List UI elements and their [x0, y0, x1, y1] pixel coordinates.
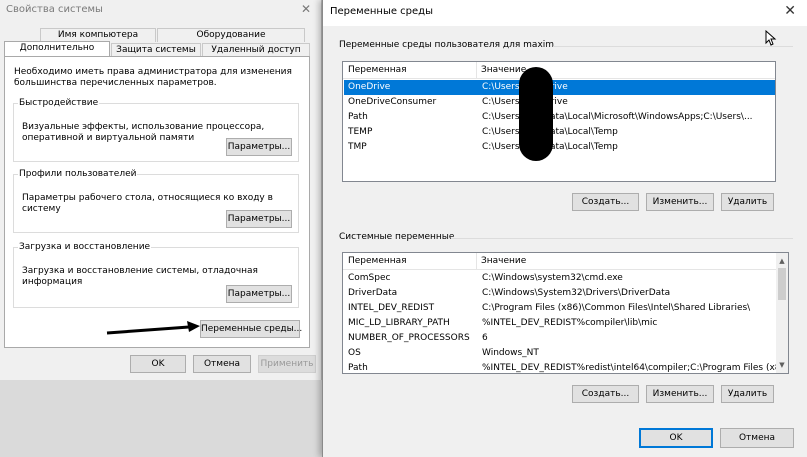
scroll-up-icon[interactable]: ▲ — [776, 255, 788, 267]
tab-computer-name[interactable]: Имя компьютера — [40, 28, 156, 42]
user-var-row[interactable]: OneDrive C:\Users\ OneDrive — [344, 80, 775, 95]
var-name: Path — [348, 112, 368, 122]
var-name: OneDrive — [348, 82, 391, 92]
system-vars-list[interactable]: Переменная Значение ComSpec C:\Windows\s… — [342, 252, 789, 374]
var-name: NUMBER_OF_PROCESSORS — [348, 333, 470, 343]
system-properties-window: Свойства системы ✕ Имя компьютера Оборуд… — [0, 0, 322, 380]
system-create-button[interactable]: Создать... — [572, 385, 639, 403]
column-header-value[interactable]: Значение — [481, 256, 526, 266]
var-name: INTEL_DEV_REDIST — [348, 303, 435, 313]
var-name: OneDriveConsumer — [348, 97, 437, 107]
tab-system-protection[interactable]: Защита системы — [111, 43, 201, 57]
var-value: 6 — [482, 333, 488, 343]
user-var-row[interactable]: Path C:\Users\ AppData\Local\Microsoft\W… — [344, 110, 775, 125]
cancel-button[interactable]: Отмена — [720, 428, 794, 448]
var-value: %INTEL_DEV_REDIST%compiler\lib\mic — [482, 318, 658, 328]
close-icon[interactable]: ✕ — [784, 3, 796, 19]
system-vars-section-label: Системные переменные — [339, 232, 455, 242]
system-var-row[interactable]: MIC_LD_LIBRARY_PATH %INTEL_DEV_REDIST%co… — [344, 316, 776, 331]
system-var-row[interactable]: OS Windows_NT — [344, 346, 776, 361]
startup-settings-button[interactable]: Параметры... — [226, 285, 292, 303]
section-divider — [451, 238, 793, 239]
scroll-thumb[interactable] — [778, 268, 786, 300]
system-var-row[interactable]: NUMBER_OF_PROCESSORS 6 — [344, 331, 776, 346]
group-legend: Профили пользователей — [18, 169, 138, 179]
system-var-row[interactable]: DriverData C:\Windows\System32\Drivers\D… — [344, 286, 776, 301]
system-var-row[interactable]: ComSpec C:\Windows\system32\cmd.exe — [344, 271, 776, 286]
system-edit-button[interactable]: Изменить... — [646, 385, 714, 403]
tab-advanced[interactable]: Дополнительно — [4, 41, 110, 56]
system-var-row[interactable]: Path %INTEL_DEV_REDIST%redist\intel64\co… — [344, 361, 788, 373]
apply-button[interactable]: Применить — [258, 355, 316, 373]
profiles-settings-button[interactable]: Параметры... — [226, 210, 292, 228]
vertical-scrollbar[interactable]: ▲ ▼ — [776, 253, 788, 373]
var-name: Path — [348, 363, 368, 373]
user-vars-list[interactable]: Переменная Значение OneDrive C:\Users\ O… — [342, 61, 776, 182]
var-value: Windows_NT — [482, 348, 539, 358]
mouse-cursor-icon — [765, 30, 777, 46]
environment-variables-button[interactable]: Переменные среды... — [200, 320, 302, 338]
system-delete-button[interactable]: Удалить — [721, 385, 774, 403]
list-header: Переменная Значение — [343, 253, 788, 270]
redaction-mark — [519, 67, 553, 161]
environment-variables-dialog: Переменные среды ✕ Переменные среды поль… — [322, 0, 807, 457]
var-name: DriverData — [348, 288, 398, 298]
column-divider[interactable] — [476, 253, 477, 269]
cancel-button[interactable]: Отмена — [193, 355, 251, 373]
var-name: TEMP — [348, 127, 373, 137]
var-value: C:\Windows\System32\Drivers\DriverData — [482, 288, 671, 298]
dialog-title: Переменные среды — [330, 6, 433, 17]
tab-remote-access[interactable]: Удаленный доступ — [202, 43, 310, 57]
column-header-value[interactable]: Значение — [481, 65, 526, 75]
list-header: Переменная Значение — [343, 62, 775, 79]
user-delete-button[interactable]: Удалить — [721, 193, 774, 211]
var-name: MIC_LD_LIBRARY_PATH — [348, 318, 450, 328]
user-edit-button[interactable]: Изменить... — [646, 193, 714, 211]
system-var-row[interactable]: INTEL_DEV_REDIST C:\Program Files (x86)\… — [344, 301, 776, 316]
column-divider[interactable] — [476, 62, 477, 78]
user-var-row[interactable]: TMP C:\Users\ AppData\Local\Temp — [344, 140, 775, 155]
var-name: OS — [348, 348, 361, 358]
var-name: ComSpec — [348, 273, 391, 283]
close-icon[interactable]: ✕ — [296, 2, 316, 18]
admin-note: Необходимо иметь права администратора дл… — [14, 67, 292, 88]
group-legend: Быстродействие — [18, 98, 100, 108]
var-name: TMP — [348, 142, 367, 152]
user-var-row[interactable]: OneDriveConsumer C:\Users\ OneDrive — [344, 95, 775, 110]
var-value: C:\Windows\system32\cmd.exe — [482, 273, 623, 283]
group-legend: Загрузка и восстановление — [18, 242, 152, 252]
ok-button[interactable]: OK — [639, 428, 713, 448]
var-value: C:\Program Files (x86)\Common Files\Inte… — [482, 303, 751, 313]
column-header-variable[interactable]: Переменная — [348, 65, 407, 75]
annotation-arrow-icon — [106, 321, 200, 335]
title-bar: Переменные среды ✕ — [323, 0, 807, 26]
scroll-down-icon[interactable]: ▼ — [776, 359, 788, 371]
var-value: %INTEL_DEV_REDIST%redist\intel64\compile… — [482, 363, 789, 373]
tab-hardware[interactable]: Оборудование — [157, 28, 305, 42]
user-create-button[interactable]: Создать... — [572, 193, 639, 211]
section-divider — [553, 46, 793, 47]
window-title: Свойства системы — [6, 4, 103, 15]
performance-settings-button[interactable]: Параметры... — [226, 138, 292, 156]
column-header-variable[interactable]: Переменная — [348, 256, 407, 266]
desktop-background — [0, 380, 322, 457]
ok-button[interactable]: OK — [130, 355, 186, 373]
user-var-row[interactable]: TEMP C:\Users\ AppData\Local\Temp — [344, 125, 775, 140]
user-vars-section-label: Переменные среды пользователя для maxim — [339, 40, 555, 50]
